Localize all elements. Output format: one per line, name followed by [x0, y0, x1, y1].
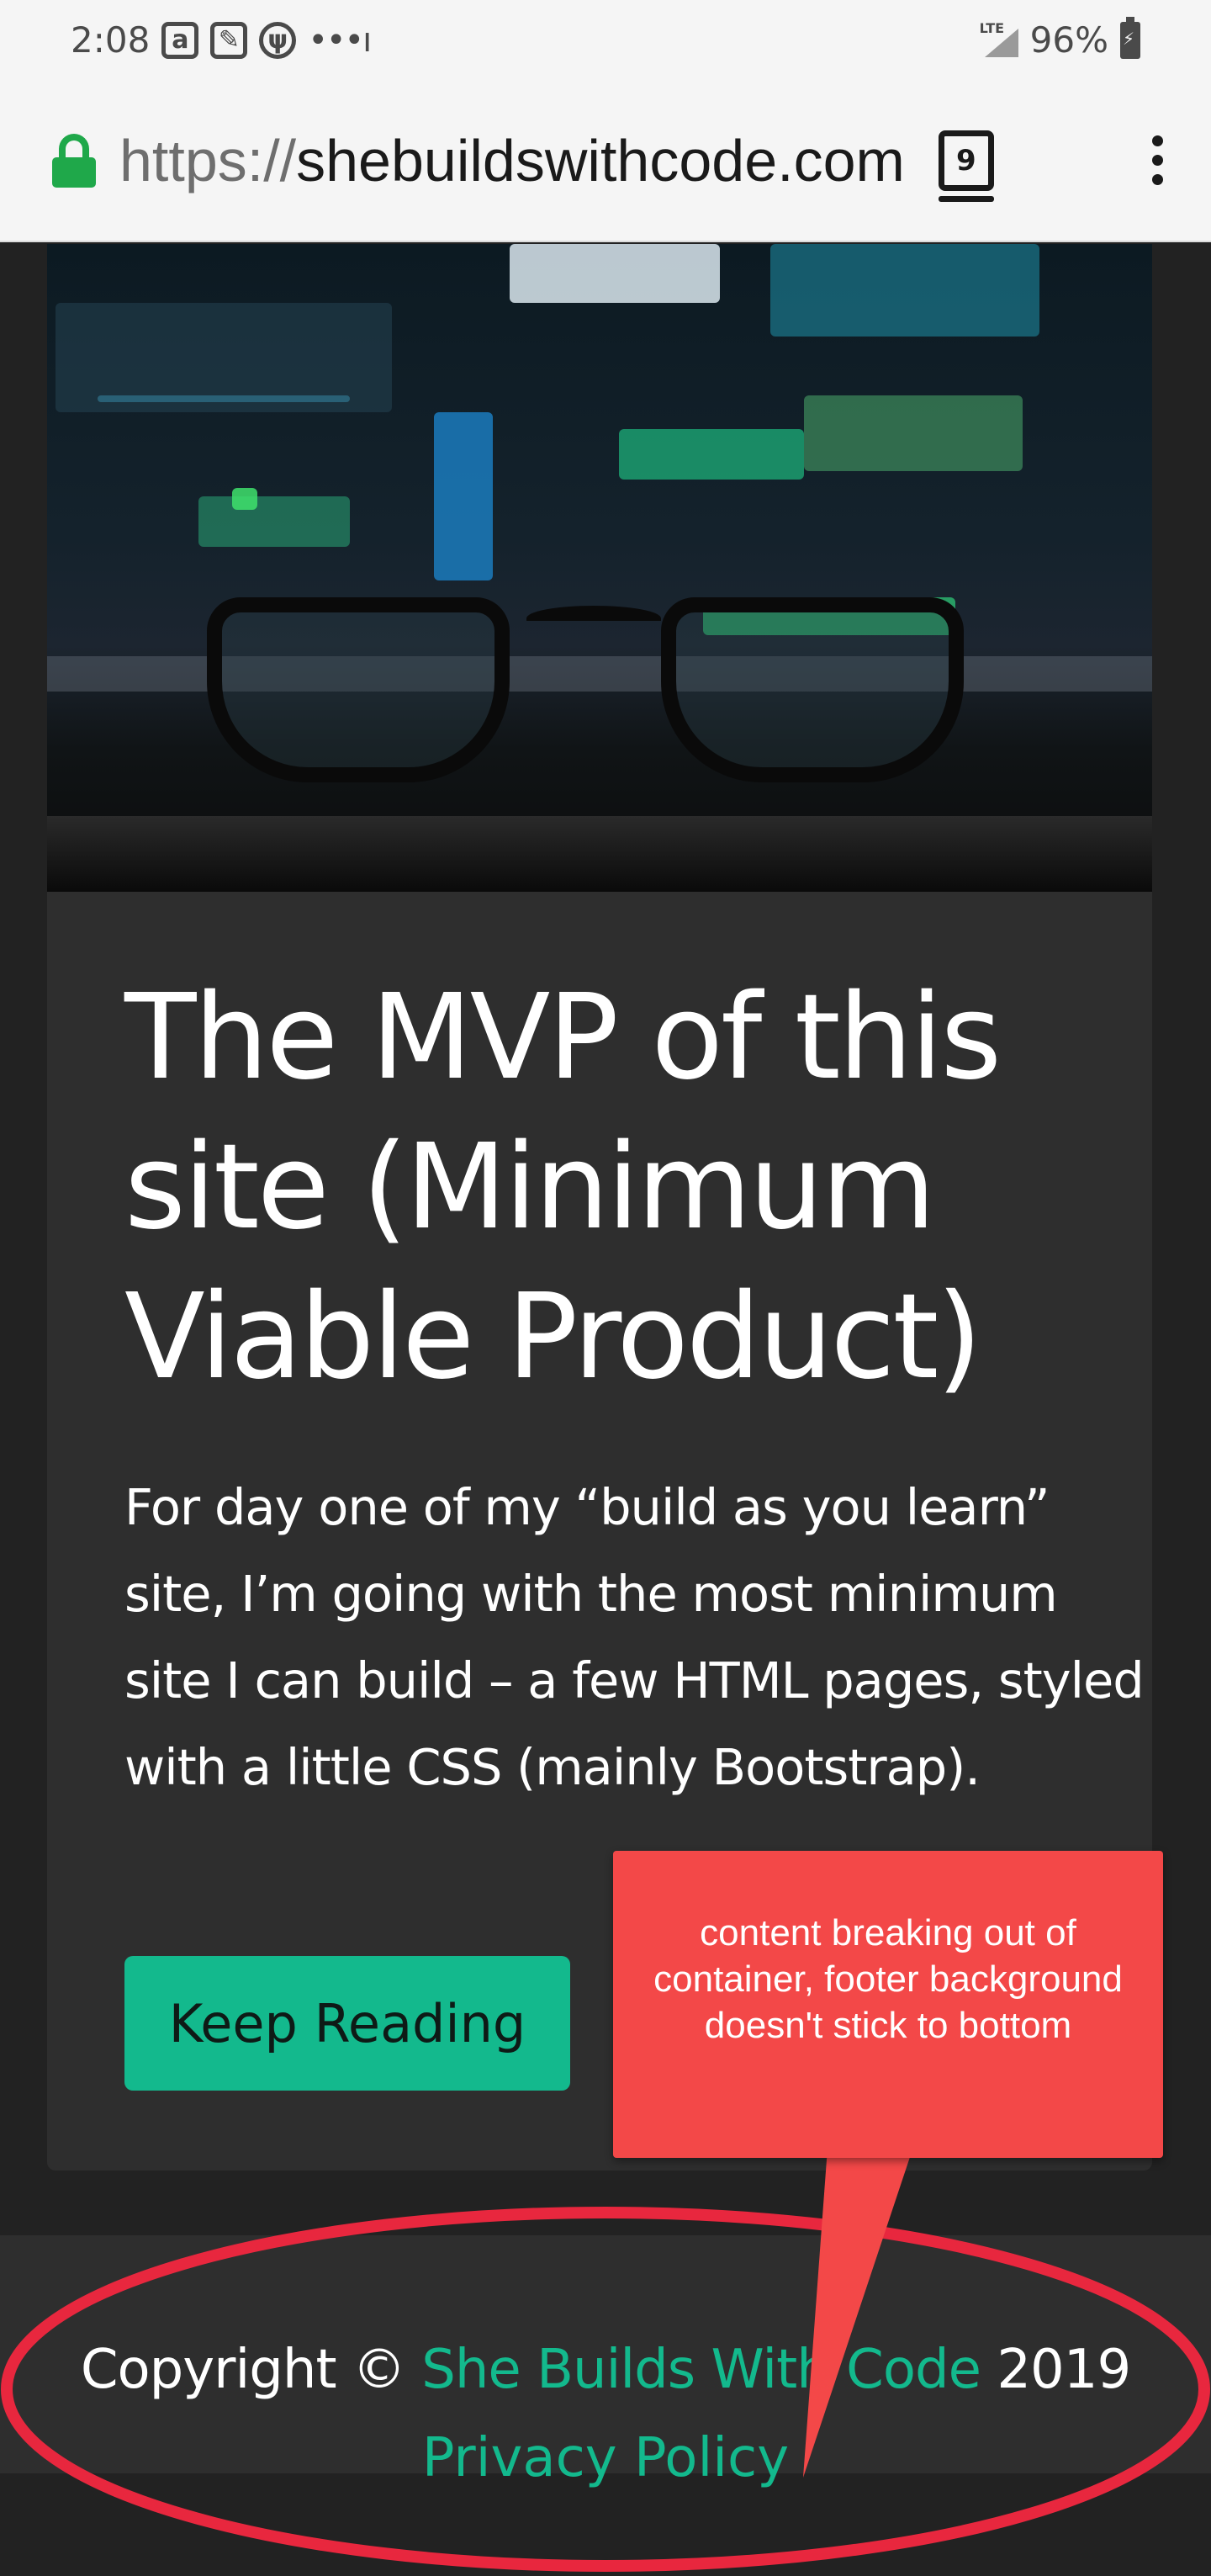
keep-reading-button[interactable]: Keep Reading: [124, 1956, 570, 2091]
status-bar: 2:08 a ✎ ψ •••ı LTE 96%: [0, 0, 1211, 80]
url-host: shebuildswithcode.com: [296, 127, 905, 193]
copyright-prefix: Copyright ©: [80, 2339, 422, 2401]
usb-icon: ψ: [259, 21, 297, 59]
signal-icon: LTE: [980, 20, 1018, 57]
overflow-menu-icon[interactable]: [1140, 135, 1174, 185]
annotation-text: content breaking out of container, foote…: [653, 1912, 1123, 2046]
status-right: LTE 96%: [980, 16, 1140, 61]
tab-switcher-button[interactable]: 9: [938, 130, 994, 202]
brand-link[interactable]: She Builds With Code: [421, 2339, 981, 2401]
url-field[interactable]: https://shebuildswithcode.com: [119, 127, 905, 194]
post-title: The MVP of this site (Minimum Viable Pro…: [124, 969, 1002, 1406]
status-time: 2:08: [71, 19, 151, 61]
privacy-policy-link[interactable]: Privacy Policy: [0, 2427, 1211, 2489]
copyright-year: 2019: [980, 2339, 1131, 2401]
copyright-text: Copyright © She Builds With Code 2019: [0, 2339, 1211, 2401]
battery-icon: [1120, 16, 1140, 59]
status-left: 2:08 a ✎ ψ •••ı: [71, 19, 372, 61]
url-scheme: https://: [119, 127, 297, 193]
annotation-callout: content breaking out of container, foote…: [613, 1851, 1163, 2158]
lock-icon[interactable]: [50, 133, 98, 188]
amazon-icon: a: [161, 21, 199, 59]
browser-url-bar: https://shebuildswithcode.com 9: [0, 80, 1211, 242]
hero-desk: [47, 816, 1152, 892]
battery-percent: 96%: [1029, 19, 1108, 61]
page-content: The MVP of this site (Minimum Viable Pro…: [0, 244, 1211, 2576]
glasses-graphic: [207, 564, 981, 791]
post-excerpt: For day one of my “build as you learn” s…: [124, 1478, 1145, 1796]
more-notifications-icon: •••ı: [308, 20, 372, 60]
hero-image: [47, 244, 1152, 892]
edit-icon: ✎: [210, 21, 248, 59]
